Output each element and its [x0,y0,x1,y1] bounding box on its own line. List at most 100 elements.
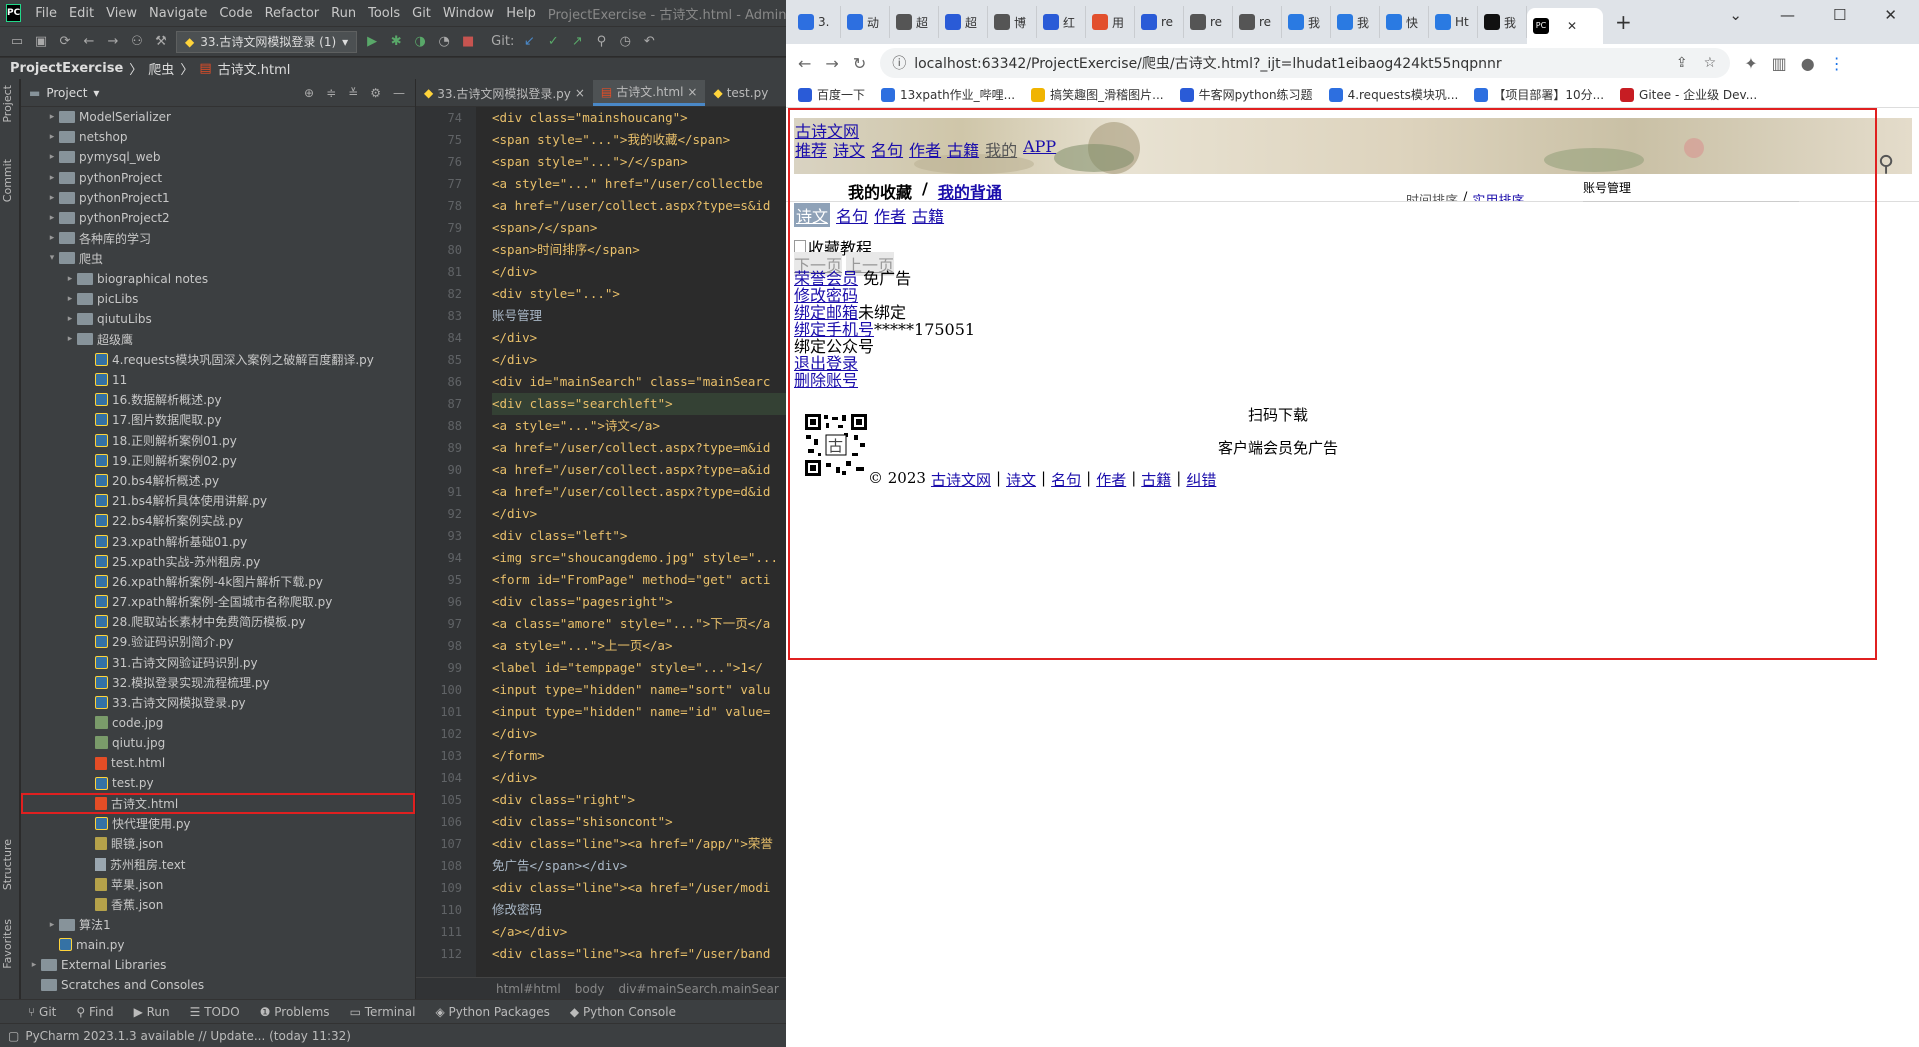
browser-tab[interactable]: 超 [939,6,988,38]
close-icon[interactable]: × [687,85,697,99]
footer-link-errata[interactable]: 纠错 [1186,469,1216,490]
tree-item[interactable]: ▸ External Libraries [21,955,415,975]
tree-item[interactable]: 古诗文.html [21,793,415,814]
tree-item[interactable]: test.py [21,773,415,793]
tree-item[interactable]: 21.bs4解析具体使用讲解.py [21,491,415,511]
tree-item[interactable]: ▸ pythonProject1 [21,188,415,208]
tree-item[interactable]: ▸ pythonProject [21,168,415,188]
tree-item[interactable]: 眼镜.json [21,834,415,854]
chevron-right-icon[interactable]: ▸ [63,334,77,344]
minimize-icon[interactable]: — [1780,6,1795,24]
chevron-right-icon[interactable]: ▸ [45,213,59,223]
locate-icon[interactable]: ⊕ [304,86,314,100]
chevron-right-icon[interactable]: ▸ [45,920,59,930]
tree-item[interactable]: 19.正则解析案例02.py [21,450,415,470]
tree-item[interactable]: 20.bs4解析概述.py [21,470,415,490]
menu-refactor[interactable]: Refactor [259,6,326,21]
tree-item[interactable]: main.py [21,935,415,955]
code-line[interactable]: <span style="...">/</span> [492,151,786,173]
code-line[interactable]: </div> [492,327,786,349]
expand-all-icon[interactable]: ≑ [326,86,336,100]
tree-item[interactable]: 16.数据解析概述.py [21,390,415,410]
tree-item[interactable]: ▸ pythonProject2 [21,208,415,228]
tree-item[interactable]: 28.爬取站长素材中免费简历模板.py [21,612,415,632]
tab-test-py[interactable]: ◆ test.py [705,80,776,106]
footer-link-home[interactable]: 古诗文网 [931,469,991,490]
code-line[interactable]: <div class="line"><a href="/user/modi [492,877,786,899]
code-line[interactable]: <form id="FromPage" method="get" acti [492,569,786,591]
code-line[interactable]: <a style="...">上一页</a> [492,635,786,657]
tree-item[interactable]: 26.xpath解析案例-4k图片解析下载.py [21,571,415,591]
tree-item[interactable]: 香蕉.json [21,894,415,914]
browser-tab[interactable]: 我 [1282,6,1331,38]
debug-icon[interactable]: ✱ [387,33,405,51]
code-line[interactable]: <div class="shisoncont"> [492,811,786,833]
code-line[interactable]: <a href="/user/collect.aspx?type=m&id [492,437,786,459]
gear-icon[interactable]: ⚙ [370,86,381,100]
nav-quotes[interactable]: 名句 [871,137,903,161]
code-line[interactable]: 账号管理 [492,305,786,327]
code-line[interactable]: <a style="..." href="/user/collectbe [492,173,786,195]
nav-authors[interactable]: 作者 [909,137,941,161]
nav-poems[interactable]: 诗文 [833,137,865,161]
breadcrumb-file[interactable]: 古诗文.html [218,59,291,78]
profile-icon[interactable]: ◔ [435,33,453,51]
footer-link-classics[interactable]: 古籍 [1141,469,1171,490]
tab-33-login-py[interactable]: ◆ 33.古诗文网模拟登录.py × [416,80,593,106]
tool-run[interactable]: ▶ Run [134,1005,170,1019]
tree-item[interactable]: 22.bs4解析案例实战.py [21,511,415,531]
code-line[interactable]: <div class="searchleft"> [492,393,786,415]
bookmark-item[interactable]: 4.requests模块巩... [1328,86,1458,103]
stop-icon[interactable]: ■ [459,33,477,51]
bookmark-item[interactable]: 百度一下 [798,86,865,103]
filter-poems[interactable]: 诗文 [794,203,831,227]
code-line[interactable]: </div> [492,723,786,745]
coverage-icon[interactable]: ◑ [411,33,429,51]
maximize-icon[interactable]: ☐ [1833,6,1846,24]
menu-git[interactable]: Git [406,6,437,21]
browser-tab[interactable]: 我 [1331,6,1380,38]
filter-classics[interactable]: 古籍 [912,203,944,227]
code-line[interactable]: </a></div> [492,921,786,943]
code-line[interactable]: <span>/</span> [492,217,786,239]
chevron-right-icon[interactable]: ▸ [45,173,59,183]
tree-item[interactable]: ▾ 爬虫 [21,248,415,268]
menu-run[interactable]: Run [325,6,362,21]
tree-item[interactable]: 29.验证码识别简介.py [21,632,415,652]
code-line[interactable]: <a class="amore" style="...">下一页</a [492,613,786,635]
code-line[interactable]: </form> [492,745,786,767]
code-line[interactable]: <span style="...">我的收藏</span> [492,129,786,151]
git-fetch-icon[interactable]: ⚲ [592,33,610,51]
tree-item[interactable]: ▸ netshop [21,127,415,147]
code-line[interactable]: <label id="temppage" style="...">1</ [492,657,786,679]
menu-view[interactable]: View [100,6,143,21]
code-line[interactable]: <div style="..."> [492,283,786,305]
breadcrumb-folder[interactable]: 爬虫 [148,59,174,78]
delete-account-link[interactable]: 删除账号 [794,371,858,390]
tree-item[interactable]: qiutu.jpg [21,733,415,753]
save-all-icon[interactable]: ▣ [32,33,50,51]
bookmark-item[interactable]: 搞笑趣图_滑稽图片... [1031,86,1164,103]
git-update-icon[interactable]: ↙ [520,33,538,51]
browser-tab[interactable]: Ht [1429,6,1478,38]
chevron-right-icon[interactable]: ▸ [27,960,41,970]
git-push-icon[interactable]: ↗ [568,33,586,51]
profile-avatar-icon[interactable]: ● [1801,54,1815,73]
hide-icon[interactable]: — [393,86,405,100]
tree-item[interactable]: 4.requests模块巩固深入案例之破解百度翻译.py [21,349,415,369]
code-line[interactable]: </div> [492,261,786,283]
tab-gushiwen-html[interactable]: ▤ 古诗文.html × [592,80,706,106]
tree-item[interactable]: 23.xpath解析基础01.py [21,531,415,551]
code-line[interactable]: <a href="/user/collect.aspx?type=a&id [492,459,786,481]
tree-item[interactable]: ▸ 算法1 [21,915,415,935]
code-line[interactable]: <div class="line"><a href="/app/">荣誉 [492,833,786,855]
editor-crumb-item[interactable]: body [575,982,605,996]
nav-app[interactable]: APP [1023,137,1056,161]
menu-file[interactable]: File [29,6,63,21]
browser-tab[interactable]: 博 [988,6,1037,38]
bookmark-item[interactable]: 牛客网python练习题 [1179,86,1313,103]
tree-item[interactable]: 31.古诗文网验证码识别.py [21,652,415,672]
commit-tool-tab[interactable]: Commit [1,159,14,202]
tool-find[interactable]: ⚲ Find [76,1005,113,1019]
tool-python-console[interactable]: ◆ Python Console [570,1005,676,1019]
